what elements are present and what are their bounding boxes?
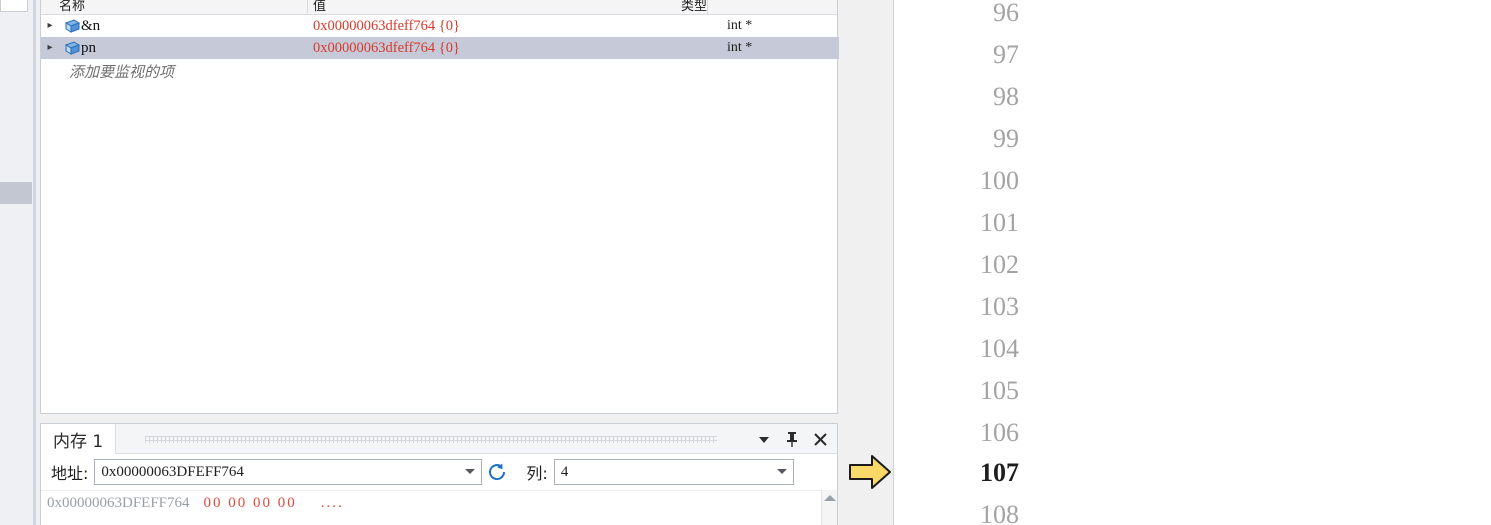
watch-panel: 名称 值 类型 ▸ &n 0x00000063dfeff764 {0} int … xyxy=(40,0,839,414)
column-divider[interactable] xyxy=(707,0,708,14)
watch-column-type[interactable]: 类型 xyxy=(681,0,707,14)
address-value: 0x00000063DFEFF764 xyxy=(101,463,244,480)
watch-variable-type: int * xyxy=(727,40,753,55)
chevron-down-icon[interactable] xyxy=(776,469,787,474)
cube-icon xyxy=(59,18,81,34)
add-watch-row[interactable]: 添加要监视的项 xyxy=(41,59,837,82)
memory-panel: 内存 1 地址: 0x00000063DFEFF764 列: 4 0x00000… xyxy=(40,423,838,525)
left-panel-fragment xyxy=(0,0,28,12)
watch-row-type-cell: int * xyxy=(709,37,839,59)
line-number: 99 xyxy=(993,124,1019,153)
memory-row-address: 0x00000063DFEFF764 xyxy=(47,494,190,511)
tab-memory-1[interactable]: 内存 1 xyxy=(41,424,117,454)
line-number: 103 xyxy=(980,292,1019,321)
line-number: 100 xyxy=(980,166,1019,195)
code-editor[interactable]: 96 97 98 99 100 101 102 103 104 105 106 … xyxy=(893,0,1491,525)
watch-row-type-cell: int * xyxy=(709,15,839,37)
line-number-gutter: 96 97 98 99 100 101 102 103 104 105 106 … xyxy=(894,0,1031,525)
memory-row-ascii: .... xyxy=(320,494,344,511)
line-number: 101 xyxy=(980,208,1019,237)
line-number: 105 xyxy=(980,376,1019,405)
columns-label: 列: xyxy=(526,464,548,483)
line-number: 106 xyxy=(980,418,1019,447)
watch-column-name[interactable]: 名称 xyxy=(59,0,85,14)
app-root: 名称 值 类型 ▸ &n 0x00000063dfeff764 {0} int … xyxy=(0,0,1491,525)
line-number: 108 xyxy=(980,500,1019,525)
refresh-icon[interactable] xyxy=(482,459,512,485)
memory-tab-label: 内存 1 xyxy=(53,432,104,452)
add-watch-placeholder: 添加要监视的项 xyxy=(69,63,175,81)
watch-row-value-cell[interactable]: 0x00000063dfeff764 {0} xyxy=(309,15,709,37)
memory-content[interactable]: 0x00000063DFEFF764 00 00 00 00 .... xyxy=(41,490,837,525)
line-number: 96 xyxy=(993,0,1019,27)
pin-icon[interactable] xyxy=(779,426,805,452)
watch-variable-type: int * xyxy=(727,18,753,33)
address-input[interactable]: 0x00000063DFEFF764 xyxy=(94,459,483,485)
watch-column-header: 名称 值 类型 xyxy=(41,0,837,15)
watch-column-value[interactable]: 值 xyxy=(313,0,326,14)
line-number: 98 xyxy=(993,82,1019,111)
memory-vertical-scrollbar[interactable] xyxy=(821,490,837,525)
memory-window-controls xyxy=(751,426,833,452)
line-number: 102 xyxy=(980,250,1019,279)
line-number-active: 107 xyxy=(980,458,1019,487)
scroll-up-icon[interactable] xyxy=(823,495,836,501)
watch-variable-name: &n xyxy=(81,17,101,34)
memory-row: 0x00000063DFEFF764 00 00 00 00 .... xyxy=(41,491,837,515)
close-icon[interactable] xyxy=(807,426,833,452)
watch-variable-value: 0x00000063dfeff764 {0} xyxy=(313,17,460,34)
address-label: 地址: xyxy=(51,464,89,483)
line-number: 104 xyxy=(980,334,1019,363)
columns-value: 4 xyxy=(560,463,569,480)
memory-titlebar: 内存 1 xyxy=(41,424,837,454)
column-divider[interactable] xyxy=(307,0,308,14)
yellow-arrow-annotation xyxy=(848,452,892,492)
chevron-down-icon[interactable] xyxy=(751,426,777,452)
watch-variable-value: 0x00000063dfeff764 {0} xyxy=(313,39,460,56)
panel-drag-grip[interactable] xyxy=(145,436,717,443)
memory-toolbar: 地址: 0x00000063DFEFF764 列: 4 xyxy=(41,454,837,490)
cube-icon xyxy=(59,40,81,56)
watch-rows: ▸ &n 0x00000063dfeff764 {0} int * ▸ pn 0… xyxy=(41,15,839,82)
columns-input[interactable]: 4 xyxy=(553,459,794,485)
table-row[interactable]: ▸ pn 0x00000063dfeff764 {0} int * xyxy=(41,37,839,59)
watch-row-value-cell[interactable]: 0x00000063dfeff764 {0} xyxy=(309,37,709,59)
line-number: 97 xyxy=(993,40,1019,69)
table-row[interactable]: ▸ &n 0x00000063dfeff764 {0} int * xyxy=(41,15,837,37)
chevron-down-icon[interactable] xyxy=(465,469,476,474)
chevron-right-icon[interactable]: ▸ xyxy=(41,43,59,53)
panel-splitter[interactable] xyxy=(33,0,36,525)
memory-row-bytes: 00 00 00 00 xyxy=(203,494,297,511)
watch-variable-name: pn xyxy=(81,39,96,56)
chevron-right-icon[interactable]: ▸ xyxy=(41,21,59,31)
watch-row-name-cell[interactable]: ▸ pn xyxy=(41,37,309,59)
watch-row-name-cell[interactable]: ▸ &n xyxy=(41,15,309,37)
left-strip-selected-block[interactable] xyxy=(0,182,32,204)
